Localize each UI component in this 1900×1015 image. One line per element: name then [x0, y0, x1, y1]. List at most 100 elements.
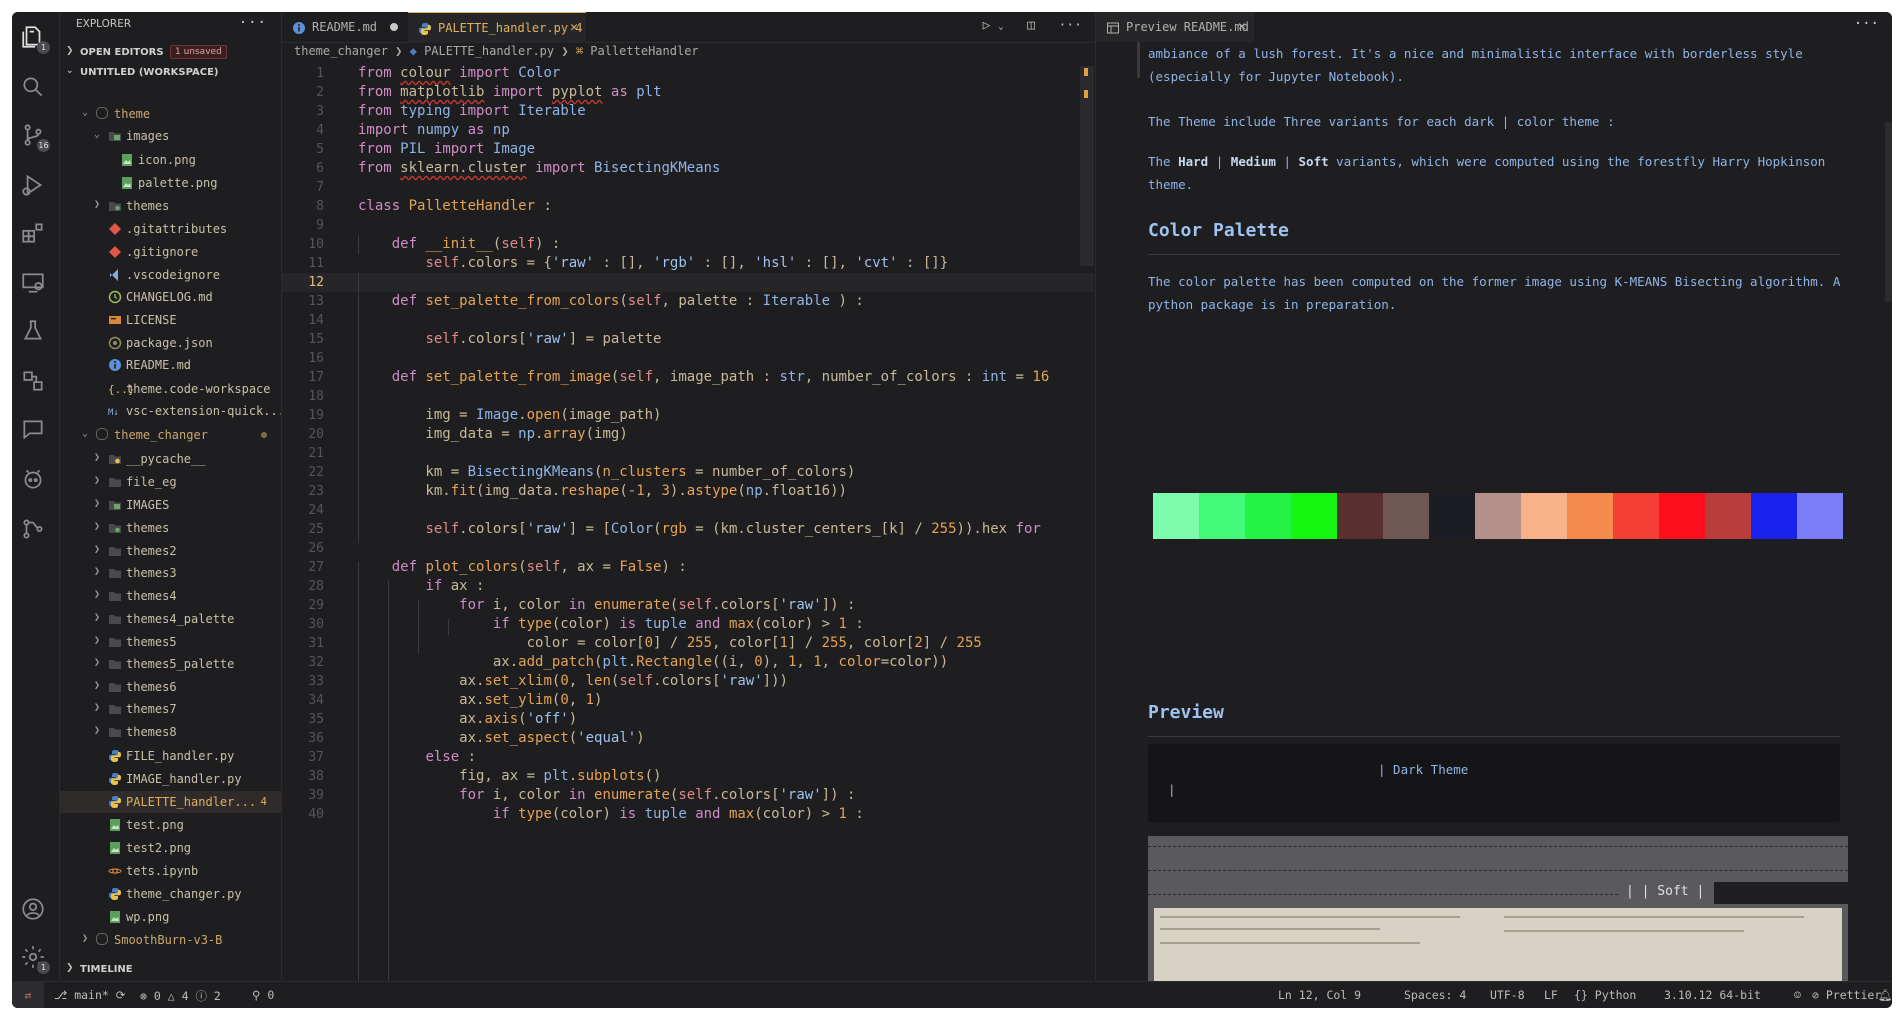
tree-item-label: themes6	[126, 680, 177, 694]
folder-item[interactable]: ❯ __pycache__	[60, 448, 281, 470]
open-editors-section[interactable]: ❯ OPEN EDITORS 1 unsaved	[60, 43, 281, 63]
copilot-icon[interactable]	[20, 466, 50, 496]
folder-item[interactable]: ⌄ theme	[60, 103, 281, 125]
source-control-icon[interactable]: 16	[20, 122, 50, 152]
file-item[interactable]: tets.ipynb	[60, 860, 281, 882]
file-item[interactable]: palette.png	[60, 172, 281, 194]
file-item[interactable]: icon.png	[60, 149, 281, 171]
file-item[interactable]: LICENSE	[60, 309, 281, 331]
file-item[interactable]: .vscodeignore	[60, 264, 281, 286]
close-icon[interactable]: ✕	[1238, 19, 1246, 34]
file-item[interactable]: test2.png	[60, 837, 281, 859]
explorer-sidebar: EXPLORER ··· ❯ OPEN EDITORS 1 unsaved ⌄ …	[60, 12, 282, 981]
tab-preview-readme[interactable]: Preview README.md ✕	[1096, 12, 1254, 42]
folder-item[interactable]: ❯ themes6	[60, 676, 281, 698]
editor-scrollbar[interactable]	[1080, 64, 1094, 981]
breadcrumb-folder[interactable]: theme_changer	[294, 44, 388, 58]
cursor-position[interactable]: Ln 12, Col 9	[1278, 988, 1361, 1002]
folder-item[interactable]: ❯ themes5_palette	[60, 653, 281, 675]
workspace-section[interactable]: ⌄ UNTITLED (WORKSPACE)	[60, 63, 281, 83]
end-of-line[interactable]: LF	[1544, 988, 1558, 1002]
line-number: 23	[308, 484, 324, 499]
tree-item-label: theme_changer.py	[126, 887, 242, 901]
folder-item[interactable]: ⌄ theme_changer	[60, 424, 281, 446]
folder-item[interactable]: ⌄ images	[60, 125, 281, 147]
testing-icon[interactable]	[20, 318, 50, 348]
folder-item[interactable]: ❯ themes7	[60, 698, 281, 720]
code-editor[interactable]: 1 2 3 4 5 6 7 8 9 10 11 12 13 14 15 16 17 18 19 20 21 22 23 24 2…	[282, 64, 1094, 981]
tree-item-label: themes5_palette	[126, 657, 235, 671]
file-item[interactable]: wp.png	[60, 906, 281, 928]
tree-item-label: themes5	[126, 635, 177, 649]
line-number: 14	[308, 313, 324, 328]
file-item[interactable]: test.png	[60, 814, 281, 836]
indentation[interactable]: Spaces: 4	[1404, 988, 1466, 1002]
file-item[interactable]: README.md	[60, 354, 281, 376]
folder-special-icon	[108, 199, 122, 213]
folder-item[interactable]: ❯ themes4	[60, 585, 281, 607]
file-item[interactable]: {..} theme.code-workspace	[60, 378, 281, 400]
file-item[interactable]: CHANGELOG.md	[60, 286, 281, 308]
code-line: def set_palette_from_colors(self, palett…	[391, 293, 864, 309]
run-icon[interactable]: ▷	[983, 18, 991, 33]
folder-item[interactable]: ❯ themes	[60, 195, 281, 217]
breadcrumb-symbol[interactable]: PalletteHandler	[590, 44, 698, 58]
git-graph-icon[interactable]	[20, 516, 50, 546]
file-item[interactable]: package.json	[60, 332, 281, 354]
folder-item[interactable]: ❯ SmoothBurn-v3-B	[60, 929, 281, 951]
folder-item[interactable]: ❯ IMAGES	[60, 494, 281, 516]
problems-status[interactable]: ⊗ 0 △ 4 ⓘ 2	[140, 988, 221, 1004]
more-actions-icon[interactable]: ···	[1854, 16, 1879, 32]
run-debug-icon[interactable]	[20, 172, 50, 202]
file-item[interactable]: M↓ vsc-extension-quick...	[60, 400, 281, 422]
chevron-down-icon[interactable]: ⌄	[998, 22, 1003, 32]
folder-icon	[108, 589, 122, 603]
prettier-status[interactable]: ⊘ Prettier	[1812, 988, 1881, 1002]
remote-explorer-icon[interactable]	[20, 270, 50, 300]
timeline-section[interactable]: ❯ TIMELINE	[60, 960, 281, 980]
breadcrumb-file[interactable]: PALETTE_handler.py	[424, 44, 554, 58]
preview-scrollbar[interactable]	[1885, 122, 1892, 302]
python-interpreter[interactable]: 3.10.12 64-bit	[1664, 988, 1761, 1002]
language-mode[interactable]: {} Python	[1574, 988, 1636, 1002]
notifications-icon[interactable]: 🔔︎	[1878, 988, 1892, 1002]
encoding[interactable]: UTF-8	[1490, 988, 1525, 1002]
search-icon[interactable]	[20, 74, 50, 104]
file-item[interactable]: .gitignore	[60, 241, 281, 263]
settings-gear-icon[interactable]: 1	[20, 944, 50, 974]
folder-item[interactable]: ❯ themes5	[60, 631, 281, 653]
branch-status[interactable]: ⎇ main* ⟳	[54, 988, 125, 1002]
explorer-icon[interactable]: 1	[20, 24, 50, 54]
close-icon[interactable]: ✕	[570, 20, 578, 35]
folder-item[interactable]: ❯ themes2	[60, 540, 281, 562]
file-item[interactable]: .gitattributes	[60, 218, 281, 240]
code-line: def __init__(self) :	[391, 236, 561, 252]
editor-tab-bar: README.md PALETTE_handler.py 4 ✕ ▷ ⌄ ◫ ·…	[282, 12, 1094, 43]
code-line: from sklearn.cluster import BisectingKMe…	[358, 160, 721, 176]
more-actions-icon[interactable]: ···	[239, 15, 267, 31]
chevron-right-icon: ❯	[561, 44, 576, 58]
comments-icon[interactable]	[20, 416, 50, 446]
folder-item[interactable]: ❯ themes4_palette	[60, 608, 281, 630]
folder-item[interactable]: ❯ themes3	[60, 562, 281, 584]
vscode-window: 1 16 1 EXPLORER ··· ❯ OPEN EDITORS 1 uns…	[12, 12, 1892, 1008]
file-item[interactable]: FILE_handler.py	[60, 745, 281, 767]
extensions-icon[interactable]	[20, 220, 50, 250]
copilot-status-icon[interactable]: ☺	[1794, 988, 1801, 1002]
split-editor-icon[interactable]: ◫	[1027, 18, 1035, 33]
folder-item[interactable]: ❯ themes8	[60, 721, 281, 743]
file-item[interactable]: IMAGE_handler.py	[60, 768, 281, 790]
symbol-class-icon: ⌘	[575, 44, 584, 58]
file-item[interactable]: PALETTE_handler... 4	[60, 791, 281, 813]
account-icon[interactable]	[20, 896, 50, 926]
more-actions-icon[interactable]: ···	[1059, 18, 1082, 33]
folder-item[interactable]: ❯ file_eg	[60, 471, 281, 493]
folder-item[interactable]: ❯ themes	[60, 517, 281, 539]
containers-icon[interactable]	[20, 368, 50, 398]
ports-status[interactable]: ⚲ 0	[252, 988, 274, 1002]
tab-readme[interactable]: README.md	[282, 12, 408, 42]
tab-palette-handler[interactable]: PALETTE_handler.py 4 ✕	[408, 12, 586, 43]
remote-indicator-icon[interactable]: ⇄	[12, 982, 44, 1008]
line-number: 31	[308, 636, 324, 651]
file-item[interactable]: theme_changer.py	[60, 883, 281, 905]
